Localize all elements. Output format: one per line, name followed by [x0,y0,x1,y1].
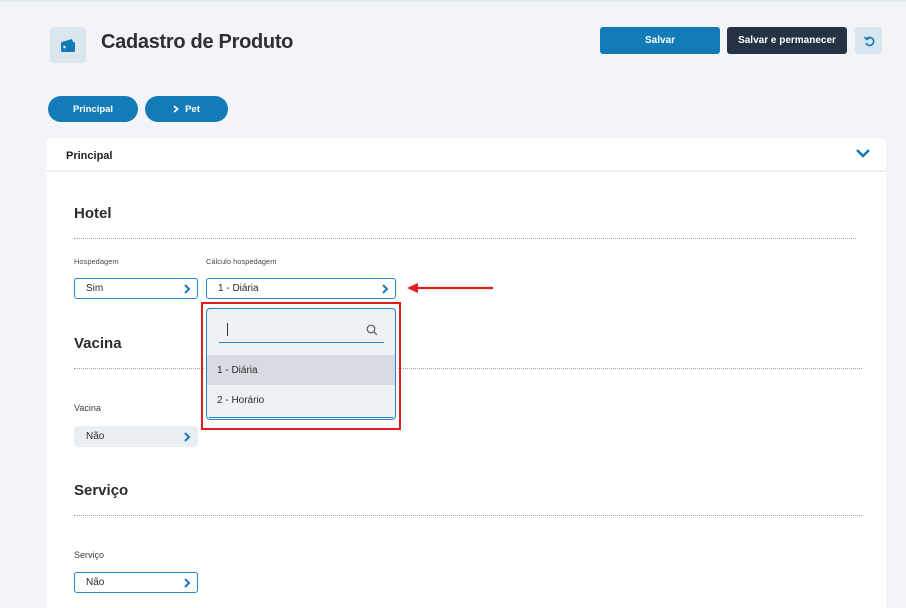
save-and-stay-button[interactable]: Salvar e permanecer [727,27,847,54]
chevron-down-icon[interactable] [854,146,872,160]
breadcrumb-label: Pet [185,103,200,115]
chevron-right-icon [184,432,191,442]
save-button[interactable]: Salvar [600,27,720,54]
chevron-right-icon [184,578,191,588]
hospedagem-select[interactable]: Sim [74,278,198,299]
servico-select[interactable]: Não [74,572,198,593]
chevron-right-icon [184,284,191,294]
breadcrumb-principal[interactable]: Principal [48,96,138,122]
vacina-label: Vacina [74,403,101,413]
principal-card: Principal [46,138,886,608]
undo-button[interactable] [855,27,882,54]
section-divider [74,368,204,369]
select-value: Não [86,431,105,442]
chevron-right-icon [173,105,179,113]
calculo-hospedagem-label: Cálculo hospedagem [206,257,277,266]
breadcrumb-label: Principal [72,103,114,115]
section-divider [74,238,856,239]
select-value: Não [86,577,105,588]
annotation-arrow-icon [407,283,493,293]
section-divider [74,515,862,516]
wallet-icon [50,27,86,63]
page-title: Cadastro de Produto [101,31,294,53]
select-value: 1 - Diária [218,283,259,294]
vacina-select[interactable]: Não [74,426,198,447]
hospedagem-label: Hospedagem [74,257,119,266]
breadcrumb-pet[interactable]: Pet [145,96,228,122]
section-title-hotel: Hotel [74,205,112,222]
section-divider [398,368,862,369]
undo-icon [863,35,874,46]
servico-label: Serviço [74,550,105,560]
section-title-vacina: Vacina [74,335,122,352]
top-border [0,0,906,2]
highlight-box [201,302,401,430]
section-title-servico: Serviço [74,482,129,499]
card-title: Principal [66,150,113,162]
calculo-hospedagem-select[interactable]: 1 - Diária [206,278,396,299]
card-header[interactable]: Principal [46,138,886,172]
select-value: Sim [86,283,104,294]
chevron-right-icon [382,284,389,294]
